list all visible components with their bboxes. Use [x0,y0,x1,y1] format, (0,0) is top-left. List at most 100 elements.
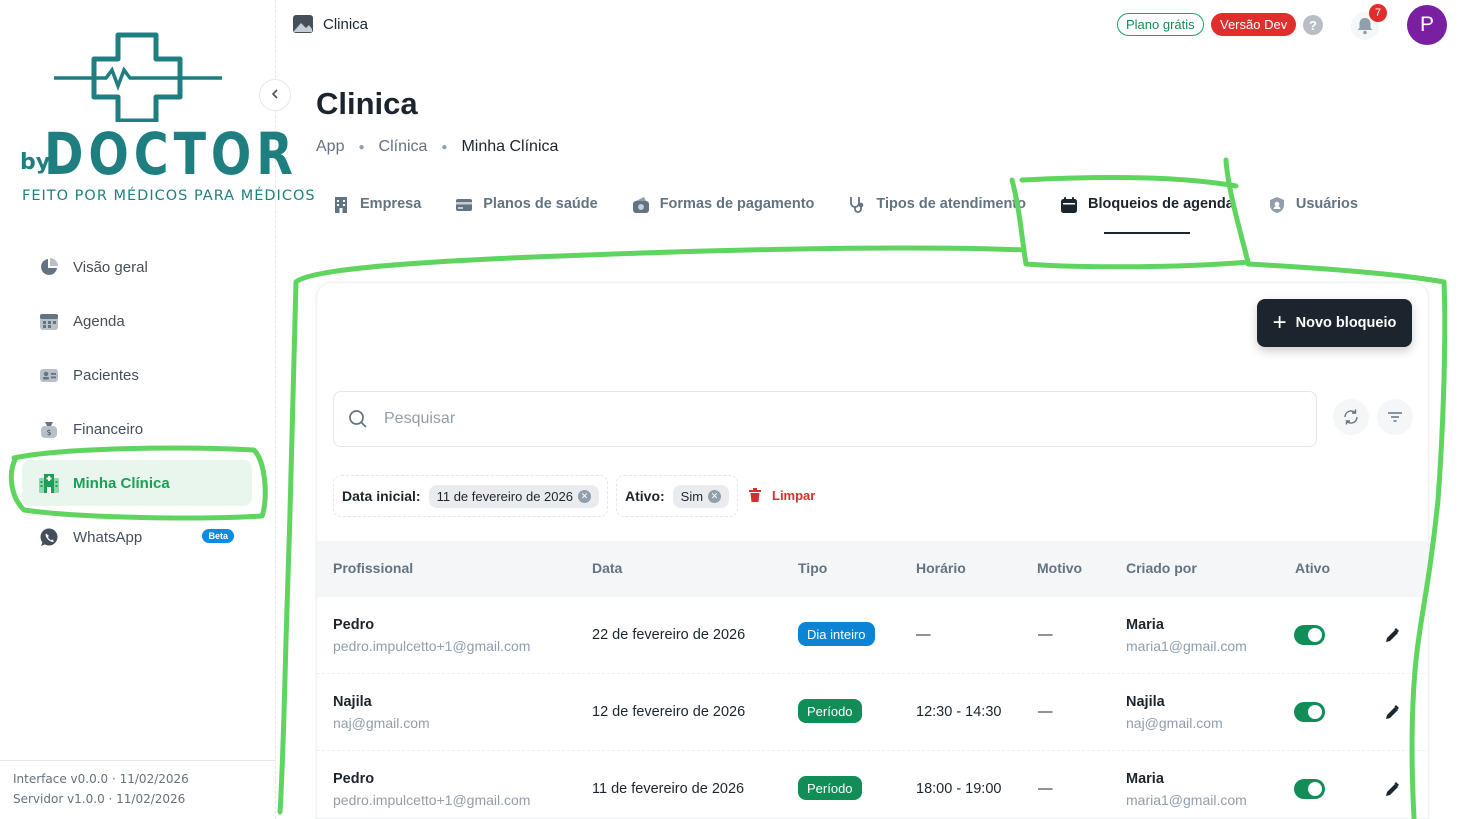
tab-formas-de-pagamento[interactable]: Formas de pagamento [632,196,815,234]
filter-start-label: Data inicial: [342,488,421,504]
tab-bloqueios-de-agenda[interactable]: Bloqueios de agenda [1060,196,1234,234]
active-toggle[interactable] [1294,779,1325,799]
notifications-count: 7 [1369,4,1387,22]
breadcrumb-app[interactable]: App [316,138,344,156]
calendar-icon [1061,197,1077,213]
table-row[interactable]: Pedro pedro.impulcetto+1@gmail.com 11 de f… [317,751,1428,818]
filter-active: Ativo: Sim ✕ [616,475,739,517]
table-row[interactable]: Najila naj@gmail.com 12 de fevereiro de 20… [317,674,1428,751]
medical-cross-logo-icon [54,32,222,122]
sidebar-item-whatsapp[interactable]: WhatsApp Beta [22,514,252,560]
schedule-blocks-card: + Novo bloqueio Data inicial: 11 de feve… [316,282,1429,819]
professional-name: Najila [333,694,372,710]
professional-name: Pedro [333,771,375,787]
tab-label: Tipos de atendimento [876,196,1026,212]
search-field[interactable] [333,391,1317,447]
sidebar-item-minha-clinica[interactable]: Minha Clínica [22,460,252,506]
hospital-icon [38,472,60,494]
active-toggle[interactable] [1294,625,1325,645]
filter-start-date: Data inicial: 11 de fevereiro de 2026 ✕ [333,475,608,517]
new-block-button[interactable]: + Novo bloqueio [1257,299,1412,347]
search-input[interactable] [384,410,1284,428]
collapse-sidebar-button[interactable] [259,79,291,111]
card-icon [456,199,473,211]
sidebar-item-label: Agenda [73,312,125,330]
tab-label: Planos de saúde [483,196,598,212]
type-chip: Dia inteiro [798,622,875,646]
chevron-left-icon [269,87,281,103]
tab-label: Usuários [1295,196,1358,212]
time-cell: — [916,627,931,643]
remove-filter-icon[interactable]: ✕ [577,489,591,503]
professional-email: naj@gmail.com [333,715,430,731]
column-header[interactable]: Criado por [1126,560,1197,576]
professional-cell: Pedro pedro.impulcetto+1@gmail.com [333,771,530,808]
table-header: Profissional Data Tipo Horário Motivo Cr… [317,541,1428,597]
creator-name: Maria [1126,771,1164,787]
column-header[interactable]: Horário [916,560,966,576]
topbar: Clinica Plano grátis Versão Dev ? 7 P [277,0,1465,52]
trash-icon [749,488,761,502]
edit-button[interactable] [1375,619,1409,653]
breadcrumb-current: Minha Clínica [461,138,559,155]
active-toggle[interactable] [1294,702,1325,722]
whatsapp-icon [38,526,60,548]
filter-active-value: Sim [680,488,704,504]
filter-start-value: 11 de fevereiro de 2026 [436,488,573,504]
bydoctor-logo[interactable]: by DOCTOR FEITO POR MÉDICOS PARA MÉDICOS [20,28,315,213]
workspace-name: Clinica [323,15,369,33]
beta-badge: Beta [202,529,234,543]
tab-label: Empresa [360,196,422,212]
column-header[interactable]: Ativo [1295,560,1330,576]
column-header[interactable]: Motivo [1037,560,1082,576]
workspace-selector[interactable]: Clinica [293,15,368,33]
creator-email: naj@gmail.com [1126,715,1223,731]
column-header[interactable]: Data [592,560,622,576]
professional-email: pedro.impulcetto+1@gmail.com [333,638,531,654]
sidebar-item-pacientes[interactable]: Pacientes [22,352,252,398]
filter-button[interactable] [1377,399,1413,435]
sidebar-item-visao-geral[interactable]: Visão geral [22,244,252,290]
building-icon [335,197,347,213]
clear-filters-button[interactable]: Limpar [747,487,815,503]
plan-badge[interactable]: Plano grátis [1117,13,1204,36]
remove-filter-icon[interactable]: ✕ [708,489,722,503]
edit-button[interactable] [1375,696,1409,730]
server-version: Servidor v1.0.0 · 11/02/2026 [13,792,186,806]
logo-tagline: FEITO POR MÉDICOS PARA MÉDICOS [22,188,316,204]
edit-button[interactable] [1375,773,1409,807]
filter-active-label: Ativo: [625,488,665,504]
interface-version: Interface v0.0.0 · 11/02/2026 [13,772,189,786]
tab-usuarios[interactable]: Usuários [1268,196,1358,234]
reason-cell: — [1038,781,1053,797]
refresh-button[interactable] [1333,399,1369,435]
refresh-icon [1344,409,1358,425]
pencil-icon [1386,705,1399,719]
creator-email: maria1@gmail.com [1126,792,1247,808]
pencil-icon [1386,782,1399,796]
tab-empresa[interactable]: Empresa [332,196,421,234]
professional-cell: Najila naj@gmail.com [333,694,430,731]
tab-planos-de-saude[interactable]: Planos de saúde [455,196,598,234]
tab-tipos-de-atendimento[interactable]: Tipos de atendimento [848,196,1026,234]
sidebar: by DOCTOR FEITO POR MÉDICOS PARA MÉDICOS… [0,0,315,819]
user-avatar[interactable]: P [1407,5,1447,45]
type-chip: Período [798,776,862,800]
table-row[interactable]: Pedro pedro.impulcetto+1@gmail.com 22 de f… [317,597,1428,674]
sidebar-item-agenda[interactable]: Agenda [22,298,252,344]
tab-label: Formas de pagamento [659,196,815,212]
breadcrumb-clinica[interactable]: Clínica [379,138,428,156]
column-header[interactable]: Profissional [333,560,413,576]
help-icon[interactable]: ? [1303,15,1323,35]
column-header[interactable]: Tipo [798,560,827,576]
clear-filters-label: Limpar [772,487,816,503]
stethoscope-icon [850,197,864,213]
creator-cell: Maria maria1@gmail.com [1126,617,1247,654]
filter-icon [1388,412,1402,422]
sidebar-item-financeiro[interactable]: $ Financeiro [22,406,252,452]
creator-name: Najila [1126,694,1165,710]
id-card-icon [38,364,60,386]
breadcrumb: App ● Clínica ● Minha Clínica [316,138,558,156]
sidebar-item-label: Pacientes [73,366,139,384]
shield-user-icon [1269,197,1284,213]
